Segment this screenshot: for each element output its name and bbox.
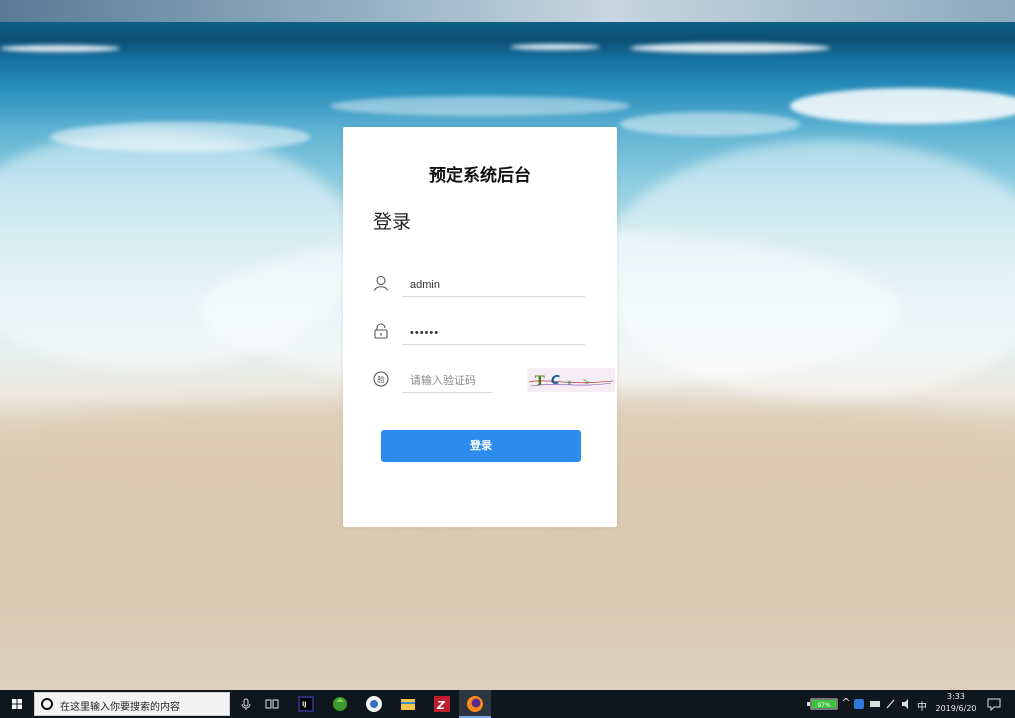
bluetooth-icon[interactable] — [852, 694, 866, 714]
cortana-icon — [41, 698, 53, 710]
battery-icon[interactable]: 97% — [805, 694, 841, 714]
login-heading: 登录 — [373, 211, 412, 233]
clock-date[interactable]: 2019/6/20 — [932, 704, 980, 713]
username-row — [373, 273, 617, 299]
login-button[interactable]: 登录 — [381, 430, 581, 462]
browser-app-icon[interactable] — [364, 694, 384, 714]
login-card: 预定系统后台 登录 验 T C x — [343, 127, 617, 527]
network-icon[interactable] — [868, 694, 882, 714]
battery-percent: 97% — [817, 702, 831, 709]
firefox-taskbar-item[interactable] — [459, 690, 491, 718]
svg-text:x: x — [567, 378, 572, 387]
green-app-icon[interactable] — [330, 694, 350, 714]
taskbar-search-box[interactable]: 在这里输入你要搜索的内容 — [34, 692, 230, 716]
system-title: 预定系统后台 — [429, 166, 531, 186]
microphone-icon[interactable] — [236, 694, 256, 714]
captcha-row: 验 T C x ↘ — [373, 368, 617, 395]
file-explorer-icon[interactable] — [398, 694, 418, 714]
verify-icon: 验 — [373, 371, 389, 387]
filezilla-icon[interactable]: Z — [432, 694, 452, 714]
start-button[interactable] — [0, 690, 34, 718]
taskbar: 在这里输入你要搜索的内容 IJ Z 97% ^ 中 3:33 2019/6/20 — [0, 690, 1015, 718]
wallpaper-sky — [0, 0, 1015, 22]
firefox-icon — [467, 696, 483, 712]
svg-text:C: C — [551, 373, 560, 387]
taskbar-search-placeholder: 在这里输入你要搜索的内容 — [60, 702, 180, 713]
windows-icon — [12, 699, 22, 709]
ime-indicator[interactable]: 中 — [915, 698, 929, 713]
intellij-idea-icon[interactable]: IJ — [296, 694, 316, 714]
clock-time[interactable]: 3:33 — [932, 692, 980, 701]
svg-text:验: 验 — [377, 374, 385, 384]
captcha-input[interactable] — [402, 369, 492, 393]
username-input[interactable] — [402, 273, 585, 297]
password-input[interactable] — [402, 321, 585, 345]
svg-text:Z: Z — [436, 699, 446, 712]
tray-chevron-icon[interactable]: ^ — [840, 696, 852, 709]
password-row — [373, 321, 617, 347]
svg-text:T: T — [535, 374, 545, 389]
svg-text:↘: ↘ — [582, 377, 590, 387]
svg-text:IJ: IJ — [302, 701, 306, 708]
volume-icon[interactable] — [900, 694, 914, 714]
pen-icon[interactable] — [884, 694, 898, 714]
lock-icon — [374, 323, 388, 339]
user-icon — [373, 275, 389, 291]
task-view-icon[interactable] — [262, 694, 282, 714]
notification-icon[interactable] — [986, 694, 1002, 714]
captcha-image[interactable]: T C x ↘ — [527, 368, 615, 392]
